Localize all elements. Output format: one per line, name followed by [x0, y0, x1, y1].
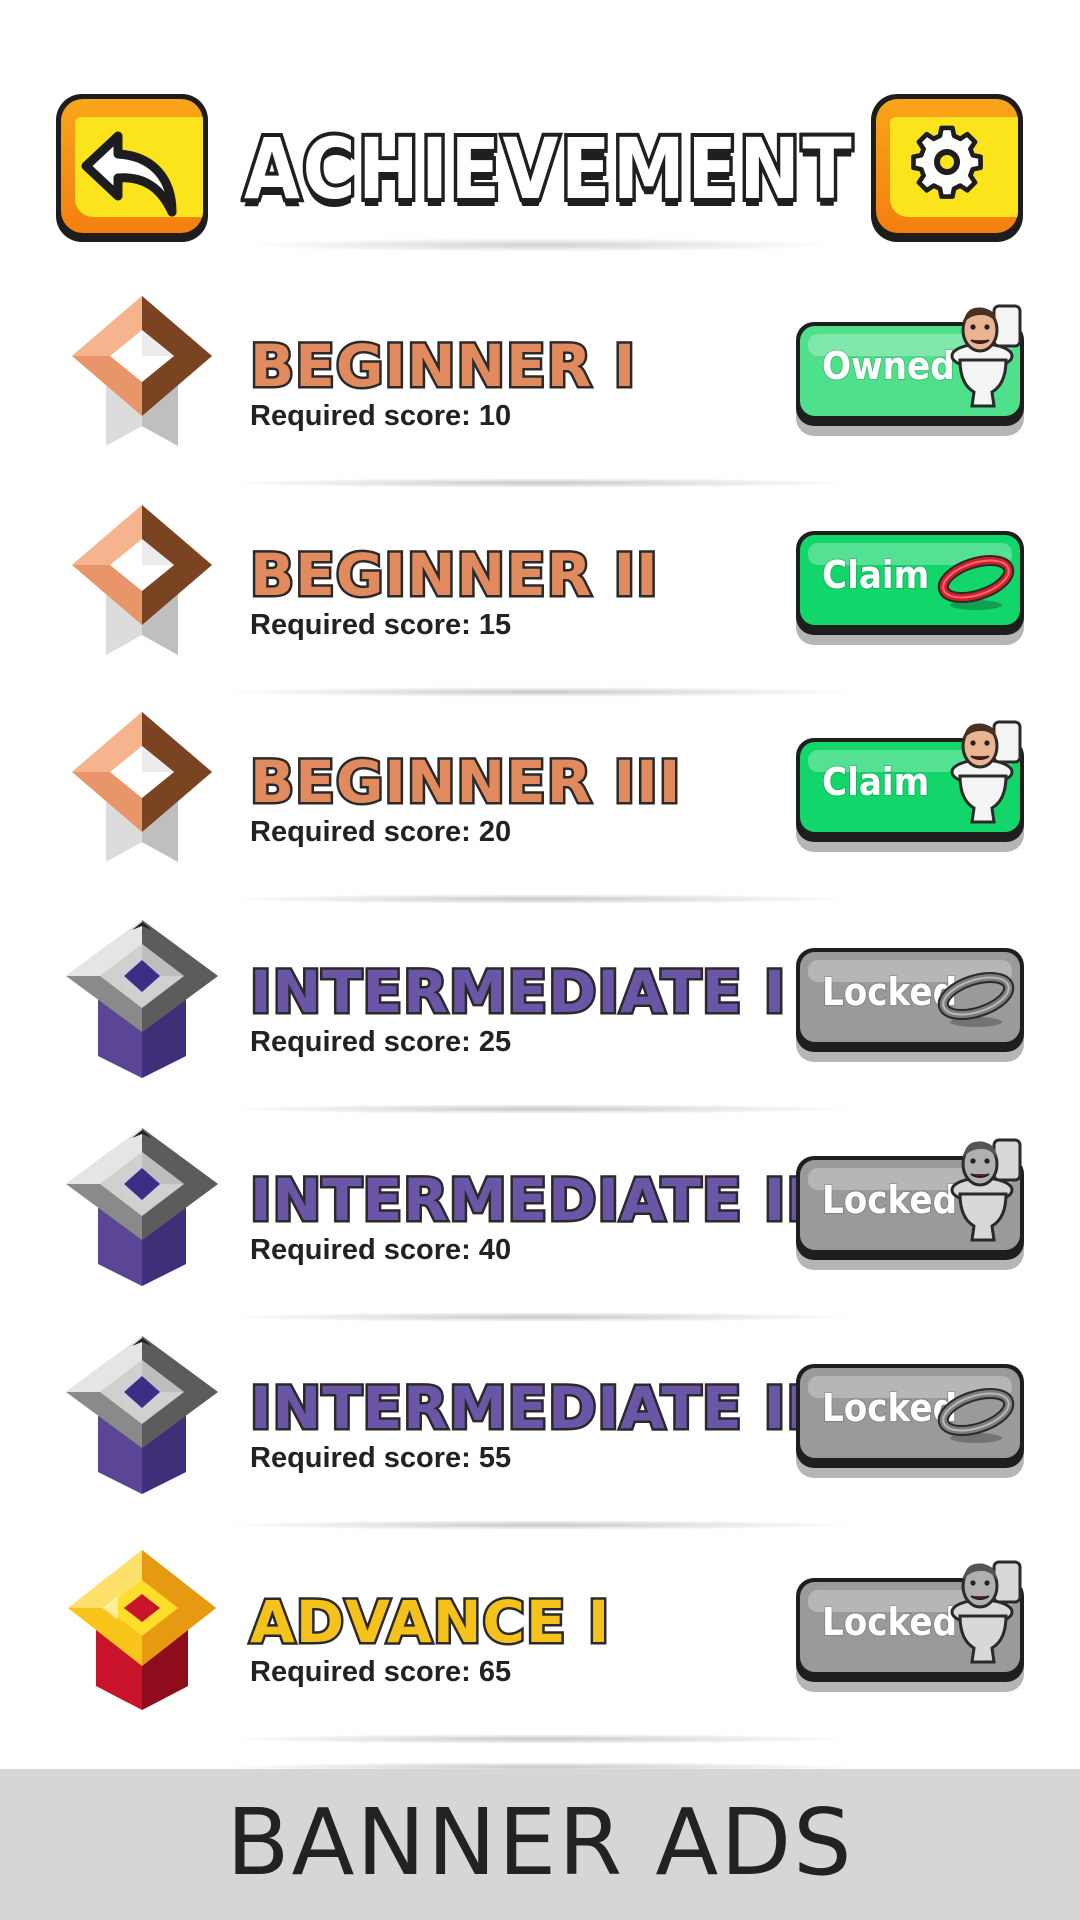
- required-score: Required score: 10: [250, 400, 512, 432]
- settings-button[interactable]: [871, 94, 1023, 254]
- ring-icon: [937, 972, 1015, 1027]
- ring-icon: [937, 1388, 1015, 1443]
- banner-ad-text: BANNER ADS: [226, 1789, 854, 1896]
- beginner-badge-icon: [62, 706, 222, 876]
- intermediate-badge-icon: [62, 1124, 222, 1294]
- skibidi-toilet-icon: [950, 1560, 1022, 1664]
- row-divider: [220, 894, 860, 904]
- action-label: Locked: [821, 1177, 958, 1223]
- ring-icon: [937, 555, 1015, 610]
- required-score: Required score: 55: [250, 1442, 512, 1474]
- locked-button[interactable]: Locked: [796, 1560, 1024, 1692]
- achievement-name: INTERMEDIATE III: [248, 1372, 834, 1445]
- achievement-name: BEGINNER III: [247, 746, 682, 819]
- action-label: Claim: [821, 552, 930, 598]
- achievement-name: ADVANCE I: [247, 1586, 611, 1659]
- action-label: Locked: [821, 1599, 958, 1645]
- title-shadow: [240, 238, 840, 252]
- row-divider: [220, 1734, 860, 1744]
- intermediate-badge-icon: [62, 916, 222, 1086]
- advance-badge-icon: [62, 1546, 222, 1716]
- achievement-row: ADVANCE I Required score: 65 Locked: [0, 1546, 1080, 1754]
- gear-icon: [911, 125, 983, 199]
- locked-button[interactable]: Locked: [796, 948, 1024, 1062]
- action-label: Claim: [821, 759, 930, 805]
- required-score: Required score: 15: [250, 609, 512, 641]
- achievement-row: BEGINNER II Required score: 15 Claim: [0, 499, 1080, 707]
- required-score: Required score: 65: [250, 1656, 512, 1688]
- beginner-badge-icon: [62, 290, 222, 460]
- achievement-name: BEGINNER I: [247, 330, 637, 403]
- skibidi-toilet-icon: [950, 1138, 1022, 1242]
- intermediate-badge-icon: [62, 1332, 222, 1502]
- achievement-row: BEGINNER III Required score: 20 Claim: [0, 706, 1080, 914]
- locked-button[interactable]: Locked: [796, 1138, 1024, 1270]
- achievement-name: BEGINNER II: [248, 539, 661, 612]
- achievement-row: INTERMEDIATE II Required score: 40 Locke…: [0, 1124, 1080, 1332]
- action-label: Owned: [821, 343, 955, 389]
- achievement-row: BEGINNER I Required score: 10 Owned: [0, 290, 1080, 498]
- beginner-badge-icon: [62, 499, 222, 669]
- required-score: Required score: 40: [250, 1234, 512, 1266]
- skibidi-toilet-icon: [950, 304, 1022, 408]
- row-divider: [220, 1312, 860, 1322]
- achievement-row: INTERMEDIATE I Required score: 25 Locked: [0, 916, 1080, 1124]
- locked-button[interactable]: Locked: [796, 1364, 1024, 1478]
- achievement-row: INTERMEDIATE III Required score: 55 Lock…: [0, 1332, 1080, 1540]
- achievement-name: INTERMEDIATE II: [248, 1164, 811, 1237]
- skibidi-toilet-icon: [950, 720, 1022, 824]
- banner-ad[interactable]: BANNER ADS: [0, 1769, 1080, 1920]
- back-arrow-icon: [81, 131, 177, 217]
- achievement-name: INTERMEDIATE I: [247, 956, 787, 1029]
- row-divider: [220, 478, 860, 488]
- owned-button[interactable]: Owned: [796, 304, 1024, 436]
- page-title: ACHIEVEMENT: [241, 116, 856, 222]
- claim-button[interactable]: Claim: [796, 531, 1024, 645]
- required-score: Required score: 25: [250, 1026, 512, 1058]
- required-score: Required score: 20: [250, 816, 512, 848]
- row-divider: [220, 1104, 860, 1114]
- row-divider: [220, 687, 860, 697]
- row-divider: [220, 1520, 860, 1530]
- back-button[interactable]: [56, 94, 208, 254]
- claim-button[interactable]: Claim: [796, 720, 1024, 852]
